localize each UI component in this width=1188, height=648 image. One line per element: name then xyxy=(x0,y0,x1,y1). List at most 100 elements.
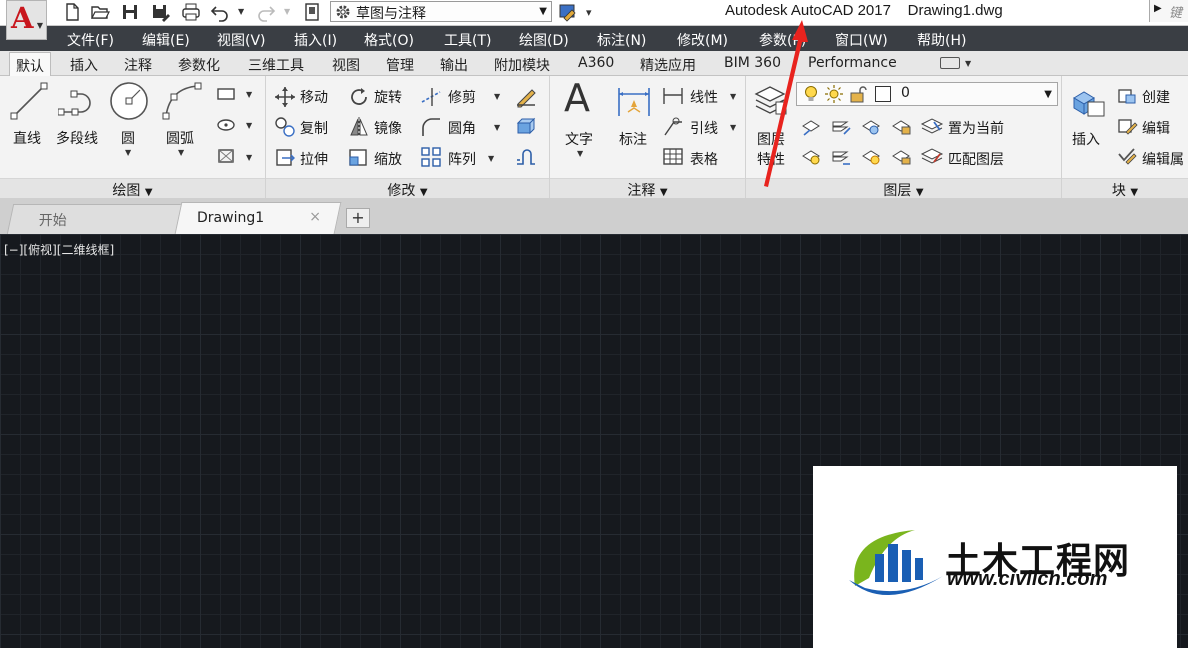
layer-freeze-icon[interactable] xyxy=(860,116,882,136)
layer-unlock-icon[interactable] xyxy=(890,146,912,166)
copy-icon[interactable] xyxy=(274,116,296,138)
linear-label[interactable]: 线性 xyxy=(690,87,718,107)
explode-icon[interactable] xyxy=(514,116,538,138)
insert-label[interactable]: 插入 xyxy=(1072,129,1100,149)
match-layer-label[interactable]: 匹配图层 xyxy=(948,149,1004,169)
panel-layers-title[interactable]: 图层 ▼ xyxy=(746,178,1061,199)
edit-label[interactable]: 编辑 xyxy=(1142,118,1170,138)
menu-parametric[interactable]: 参数(P) xyxy=(759,30,806,50)
redo-icon[interactable] xyxy=(256,2,276,22)
arc-dropdown-icon[interactable]: ▼ xyxy=(178,148,184,157)
layer-properties-label-1[interactable]: 图层 xyxy=(757,129,785,149)
mirror-icon[interactable] xyxy=(348,116,370,138)
circle-icon[interactable] xyxy=(108,80,150,122)
scale-label[interactable]: 缩放 xyxy=(374,149,402,169)
layer-off-icon[interactable] xyxy=(800,116,822,136)
layer-unisolate-icon[interactable] xyxy=(830,146,852,166)
tab-view[interactable]: 视图 xyxy=(332,55,360,75)
open-folder-icon[interactable] xyxy=(90,2,110,22)
edit-attribute-icon[interactable] xyxy=(1116,146,1138,166)
table-label[interactable]: 表格 xyxy=(690,149,718,169)
circle-label[interactable]: 圆 xyxy=(121,128,135,148)
save-icon[interactable] xyxy=(120,2,140,22)
array-dropdown-icon[interactable]: ▼ xyxy=(488,154,494,163)
text-icon[interactable]: A xyxy=(564,76,590,120)
tab-3d-tools[interactable]: 三维工具 xyxy=(248,55,304,75)
menu-edit[interactable]: 编辑(E) xyxy=(142,30,190,50)
application-menu-button[interactable]: A ▼ xyxy=(6,0,47,40)
tab-output[interactable]: 输出 xyxy=(440,55,468,75)
text-dropdown-icon[interactable]: ▼ xyxy=(577,149,583,158)
save-as-icon[interactable] xyxy=(150,2,170,22)
tab-performance[interactable]: Performance xyxy=(808,55,897,71)
layer-properties-label-2[interactable]: 特性 xyxy=(757,149,785,169)
close-icon[interactable]: × xyxy=(309,209,321,225)
layer-properties-icon[interactable] xyxy=(752,82,788,118)
customize-toolbar-icon[interactable]: ▾ xyxy=(586,6,592,19)
tab-parametric[interactable]: 参数化 xyxy=(178,55,220,75)
menu-view[interactable]: 视图(V) xyxy=(217,30,266,50)
erase-brush-icon[interactable] xyxy=(514,84,538,108)
layer-swatch-icon[interactable] xyxy=(558,2,578,22)
hatch-icon[interactable] xyxy=(215,116,237,134)
menu-insert[interactable]: 插入(I) xyxy=(294,30,337,50)
move-icon[interactable] xyxy=(274,86,296,108)
tab-home[interactable]: 默认 xyxy=(9,52,51,76)
panel-modify-title[interactable]: 修改 ▼ xyxy=(266,178,549,199)
rectangle-icon[interactable] xyxy=(215,85,237,103)
tab-bim-360[interactable]: BIM 360 xyxy=(724,55,781,71)
layer-on-icon[interactable] xyxy=(800,146,822,166)
polyline-icon[interactable] xyxy=(58,82,98,120)
tab-manage[interactable]: 管理 xyxy=(386,55,414,75)
boundary-icon[interactable] xyxy=(215,146,237,166)
leader-label[interactable]: 引线 xyxy=(690,118,718,138)
redo-dropdown-icon[interactable]: ▼ xyxy=(284,7,290,16)
arc-label[interactable]: 圆弧 xyxy=(166,128,194,148)
insert-block-icon[interactable] xyxy=(1068,82,1106,120)
trim-label[interactable]: 修剪 xyxy=(448,87,476,107)
ribbon-minimize-button[interactable] xyxy=(940,57,960,69)
menu-modify[interactable]: 修改(M) xyxy=(677,30,728,50)
tab-drawing1[interactable]: Drawing1 × xyxy=(174,202,342,234)
viewport-controls[interactable]: [−][俯视][二维线框] xyxy=(4,241,114,258)
search-box[interactable]: ▶ 键 xyxy=(1149,0,1188,22)
edit-attribute-label[interactable]: 编辑属 xyxy=(1142,149,1184,169)
dimension-icon[interactable] xyxy=(616,84,652,120)
menu-format[interactable]: 格式(O) xyxy=(364,30,414,50)
tab-insert[interactable]: 插入 xyxy=(70,55,98,75)
dimension-label[interactable]: 标注 xyxy=(619,129,647,149)
linear-dimension-icon[interactable] xyxy=(662,86,684,106)
menu-dimension[interactable]: 标注(N) xyxy=(597,30,646,50)
undo-icon[interactable] xyxy=(210,2,230,22)
expand-arrow-icon[interactable]: ▶ xyxy=(1154,3,1162,14)
scale-icon[interactable] xyxy=(348,146,370,168)
chevron-down-icon[interactable]: ▼ xyxy=(965,59,971,68)
trim-icon[interactable] xyxy=(420,86,442,108)
fillet-label[interactable]: 圆角 xyxy=(448,118,476,138)
tab-start[interactable]: 开始 xyxy=(6,204,190,234)
offset-icon[interactable] xyxy=(514,146,538,168)
stretch-label[interactable]: 拉伸 xyxy=(300,149,328,169)
rectangle-dropdown-icon[interactable]: ▼ xyxy=(246,90,252,99)
line-icon[interactable] xyxy=(10,82,48,120)
create-label[interactable]: 创建 xyxy=(1142,87,1170,107)
menu-draw[interactable]: 绘图(D) xyxy=(519,30,569,50)
tab-featured-apps[interactable]: 精选应用 xyxy=(640,55,696,75)
hatch-dropdown-icon[interactable]: ▼ xyxy=(246,121,252,130)
tab-a360[interactable]: A360 xyxy=(578,55,614,71)
array-label[interactable]: 阵列 xyxy=(448,149,476,169)
polyline-label[interactable]: 多段线 xyxy=(56,128,98,148)
set-current-label[interactable]: 置为当前 xyxy=(948,118,1004,138)
linear-dropdown-icon[interactable]: ▼ xyxy=(730,92,736,101)
new-tab-button[interactable]: + xyxy=(346,208,370,228)
copy-label[interactable]: 复制 xyxy=(300,118,328,138)
tab-annotate[interactable]: 注释 xyxy=(124,55,152,75)
line-label[interactable]: 直线 xyxy=(13,128,41,148)
leader-dropdown-icon[interactable]: ▼ xyxy=(730,123,736,132)
create-block-icon[interactable] xyxy=(1116,86,1138,106)
panel-annotation-title[interactable]: 注释 ▼ xyxy=(550,178,745,199)
fillet-icon[interactable] xyxy=(420,116,442,138)
stretch-icon[interactable] xyxy=(274,146,296,168)
menu-tools[interactable]: 工具(T) xyxy=(444,30,491,50)
workspace-select[interactable]: 草图与注释 ▼ xyxy=(330,1,552,22)
